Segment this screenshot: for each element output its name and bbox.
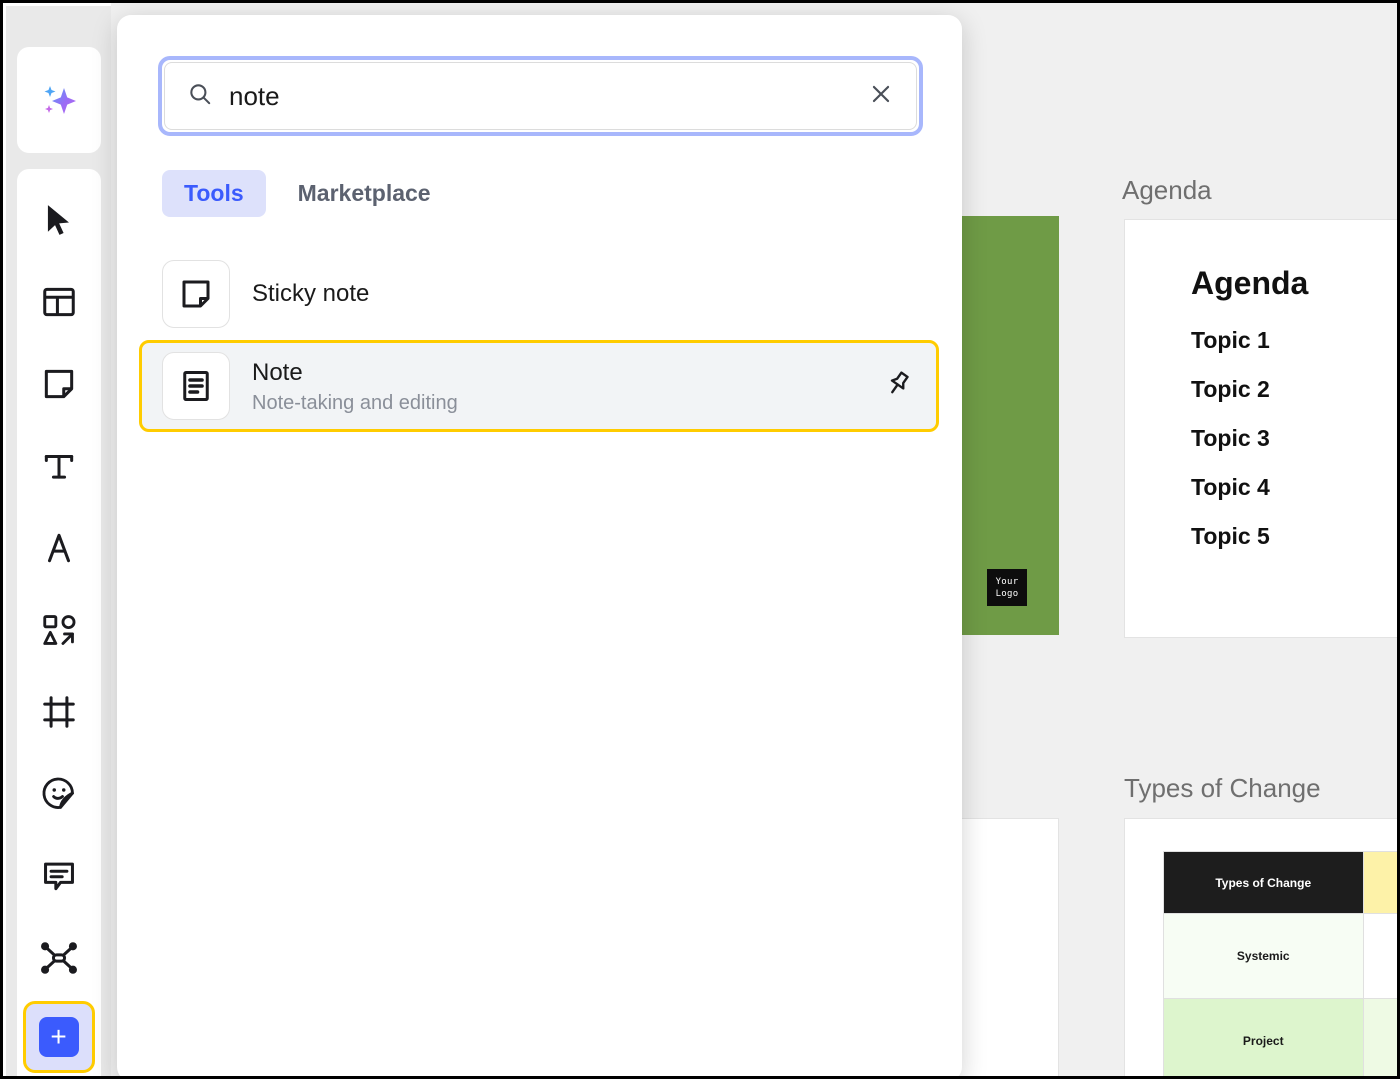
shapes-icon: [40, 611, 78, 649]
plus-icon: +: [39, 1017, 79, 1057]
blank-card[interactable]: [958, 818, 1059, 1079]
search-results-list: Sticky note Note Note-taking and editing: [139, 248, 939, 432]
table-cell: Project: [1164, 999, 1364, 1079]
logo-badge: Your Logo: [987, 569, 1027, 606]
types-of-change-board-label: Types of Change: [1124, 773, 1321, 804]
tab-marketplace[interactable]: Marketplace: [276, 170, 453, 217]
result-title: Sticky note: [252, 279, 918, 309]
result-title: Note: [252, 358, 878, 388]
agenda-content: Agenda Topic 1 Topic 2 Topic 3 Topic 4 T…: [1191, 265, 1308, 572]
table-row: Types of Change De: [1164, 852, 1400, 914]
agenda-title: Agenda: [1191, 265, 1308, 302]
agenda-board-label: Agenda: [1122, 175, 1212, 206]
tool-search-panel: Tools Marketplace Sticky note: [117, 15, 962, 1079]
result-item-note[interactable]: Note Note-taking and editing: [139, 340, 939, 432]
table-cell: [1363, 999, 1400, 1079]
table-row: Project: [1164, 999, 1400, 1079]
logo-badge-line2: Logo: [996, 588, 1019, 600]
table-header-cell: Types of Change: [1164, 852, 1364, 914]
sticky-note-icon: [162, 260, 230, 328]
agenda-topic: Topic 2: [1191, 376, 1308, 403]
sidebar-group-ai: [17, 47, 101, 153]
sidebar-item-frame[interactable]: [23, 671, 95, 753]
result-text: Note Note-taking and editing: [252, 358, 878, 415]
sidebar-item-shapes[interactable]: [23, 589, 95, 671]
close-icon: [868, 81, 894, 112]
table-header-cell: De: [1363, 852, 1400, 914]
result-subtitle: Note-taking and editing: [252, 392, 878, 415]
table-row: Systemic: [1164, 914, 1400, 999]
pin-icon: [883, 369, 913, 404]
sidebar-item-pen[interactable]: [23, 507, 95, 589]
tab-tools[interactable]: Tools: [162, 170, 266, 217]
agenda-topic: Topic 5: [1191, 523, 1308, 550]
agenda-topic: Topic 3: [1191, 425, 1308, 452]
note-icon: [162, 352, 230, 420]
agenda-card[interactable]: Agenda Topic 1 Topic 2 Topic 3 Topic 4 T…: [1124, 219, 1400, 638]
sticker-icon: [40, 775, 78, 813]
sidebar-item-sticker[interactable]: [23, 753, 95, 835]
logo-badge-line1: Your: [996, 576, 1019, 588]
table-cell: [1363, 914, 1400, 999]
sticky-note-icon: [40, 365, 78, 403]
sidebar-item-connector[interactable]: [23, 917, 95, 999]
sidebar-item-comment[interactable]: [23, 835, 95, 917]
pen-icon: [40, 529, 78, 567]
result-item-sticky-note[interactable]: Sticky note: [139, 248, 939, 340]
table-cell: Systemic: [1164, 914, 1364, 999]
frame-icon: [40, 693, 78, 731]
types-of-change-table: Types of Change De Systemic Project: [1163, 851, 1400, 1079]
sidebar-item-add-more-apps[interactable]: +: [23, 1001, 95, 1073]
search-icon: [187, 81, 213, 112]
sidebar-item-text[interactable]: [23, 425, 95, 507]
sidebar-item-select[interactable]: [23, 179, 95, 261]
sidebar-item-ai-assistant[interactable]: [23, 59, 95, 141]
tool-sidebar: +: [6, 6, 111, 1079]
sidebar-group-tools: +: [17, 169, 101, 1079]
panel-tabs: Tools Marketplace: [162, 170, 453, 217]
sparkle-icon: [37, 78, 81, 122]
green-shape[interactable]: Your Logo: [958, 216, 1059, 635]
sidebar-item-templates[interactable]: [23, 261, 95, 343]
agenda-topic: Topic 1: [1191, 327, 1308, 354]
sidebar-item-sticky-note[interactable]: [23, 343, 95, 425]
cursor-icon: [40, 201, 78, 239]
connector-icon: [40, 939, 78, 977]
types-of-change-card[interactable]: Types of Change De Systemic Project: [1124, 818, 1400, 1079]
search-box[interactable]: [158, 56, 923, 136]
app-window: Your Logo Agenda Agenda Topic 1 Topic 2 …: [0, 0, 1400, 1079]
result-text: Sticky note: [252, 279, 918, 309]
agenda-topic: Topic 4: [1191, 474, 1308, 501]
clear-search-button[interactable]: [864, 79, 898, 113]
layout-icon: [40, 283, 78, 321]
search-input[interactable]: [229, 81, 864, 112]
pin-button[interactable]: [878, 366, 918, 406]
comment-icon: [40, 857, 78, 895]
text-icon: [40, 447, 78, 485]
